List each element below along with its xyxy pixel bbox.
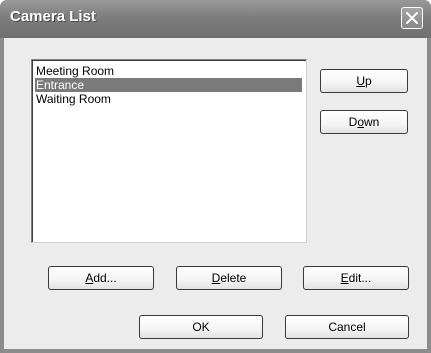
edit-mnemonic: E	[340, 271, 349, 285]
up-button[interactable]: Up	[320, 69, 408, 93]
delete-button[interactable]: Delete	[176, 266, 282, 290]
camera-label: Meeting Room	[36, 64, 115, 78]
close-button[interactable]	[401, 7, 423, 29]
camera-list-dialog: Camera List Meeting Room Entrance Waitin…	[0, 0, 431, 353]
up-label-rest: p	[364, 74, 372, 88]
list-item-selected[interactable]: Entrance	[35, 78, 302, 92]
cancel-label: Cancel	[328, 320, 366, 334]
cancel-button[interactable]: Cancel	[285, 315, 409, 339]
camera-listbox[interactable]: Meeting Room Entrance Waiting Room	[31, 59, 307, 243]
close-icon	[406, 12, 418, 24]
camera-label: Entrance	[36, 78, 85, 92]
window-title: Camera List	[10, 8, 96, 25]
down-label-pre: D	[348, 115, 358, 129]
title-bar[interactable]: Camera List	[0, 0, 431, 38]
edit-label-rest: dit...	[348, 271, 372, 285]
add-mnemonic: A	[85, 271, 94, 285]
delete-mnemonic: D	[211, 271, 221, 285]
camera-label: Waiting Room	[36, 92, 111, 106]
down-mnemonic: o	[357, 115, 364, 129]
dialog-body: Meeting Room Entrance Waiting Room Up Do…	[4, 38, 427, 349]
down-button[interactable]: Do wn	[320, 110, 408, 134]
up-mnemonic: U	[356, 74, 365, 88]
add-button[interactable]: Add...	[48, 266, 154, 290]
list-item[interactable]: Waiting Room	[35, 92, 302, 106]
add-label-rest: dd...	[93, 271, 117, 285]
delete-label-rest: elete	[220, 271, 247, 285]
ok-button[interactable]: OK	[139, 315, 263, 339]
edit-button[interactable]: Edit...	[303, 266, 409, 290]
ok-label: OK	[192, 320, 210, 334]
down-label-rest: wn	[364, 115, 380, 129]
list-item[interactable]: Meeting Room	[35, 64, 302, 78]
